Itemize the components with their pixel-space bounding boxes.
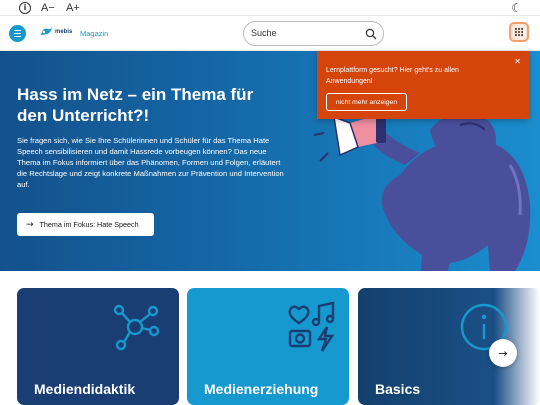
close-icon[interactable]: ✕ — [514, 57, 521, 66]
site-header: mebis Magazin Suche — [0, 16, 540, 51]
hero-description: Sie fragen sich, wie Sie Ihre Schülerinn… — [17, 136, 284, 189]
moon-icon[interactable]: ☾ — [511, 1, 522, 15]
section-label[interactable]: Magazin — [80, 29, 108, 38]
toast-message: Lernplattform gesucht? Hier geht's zu al… — [326, 67, 459, 85]
card-medienerziehung[interactable]: Medienerziehung — [187, 288, 349, 405]
logo-icon — [41, 27, 52, 35]
topic-cards: Mediendidaktik Medienerziehung Basics — [17, 288, 540, 405]
card-mediendidaktik[interactable]: Mediendidaktik — [17, 288, 179, 405]
arrow-right-icon: → — [26, 219, 34, 230]
platform-toast: ✕ Lernplattform gesucht? Hier geht's zu … — [317, 51, 529, 119]
arrow-right-icon: → — [498, 346, 508, 360]
gorilla-megaphone-illustration — [313, 106, 531, 271]
card-title: Medienerziehung — [204, 381, 319, 397]
utility-bar: i A− A+ ☾ — [0, 0, 540, 16]
hero-cta-label: Thema im Fokus: Hate Speech — [39, 220, 139, 229]
card-title: Mediendidaktik — [34, 381, 136, 397]
info-icon[interactable]: i — [19, 2, 31, 14]
network-nodes-icon — [113, 304, 160, 351]
search-input[interactable]: Suche — [243, 21, 384, 46]
card-title: Basics — [375, 381, 421, 397]
media-collage-icon — [288, 301, 335, 352]
site-logo[interactable]: mebis — [40, 26, 72, 37]
dismiss-toast-button[interactable]: nicht mehr anzeigen — [326, 93, 407, 111]
search-placeholder: Suche — [251, 28, 277, 38]
hero-cta-button[interactable]: → Thema im Fokus: Hate Speech — [17, 213, 154, 236]
search-icon[interactable] — [365, 28, 377, 40]
hero-title: Hass im Netz – ein Thema für den Unterri… — [17, 85, 254, 125]
font-decrease-button[interactable]: A− — [41, 1, 55, 15]
apps-grid-button[interactable] — [509, 22, 529, 42]
hamburger-menu-button[interactable] — [9, 25, 26, 42]
grid-icon — [515, 28, 523, 36]
carousel-next-button[interactable]: → — [489, 339, 517, 367]
logo-text: mebis — [55, 28, 73, 35]
font-increase-button[interactable]: A+ — [66, 1, 80, 15]
